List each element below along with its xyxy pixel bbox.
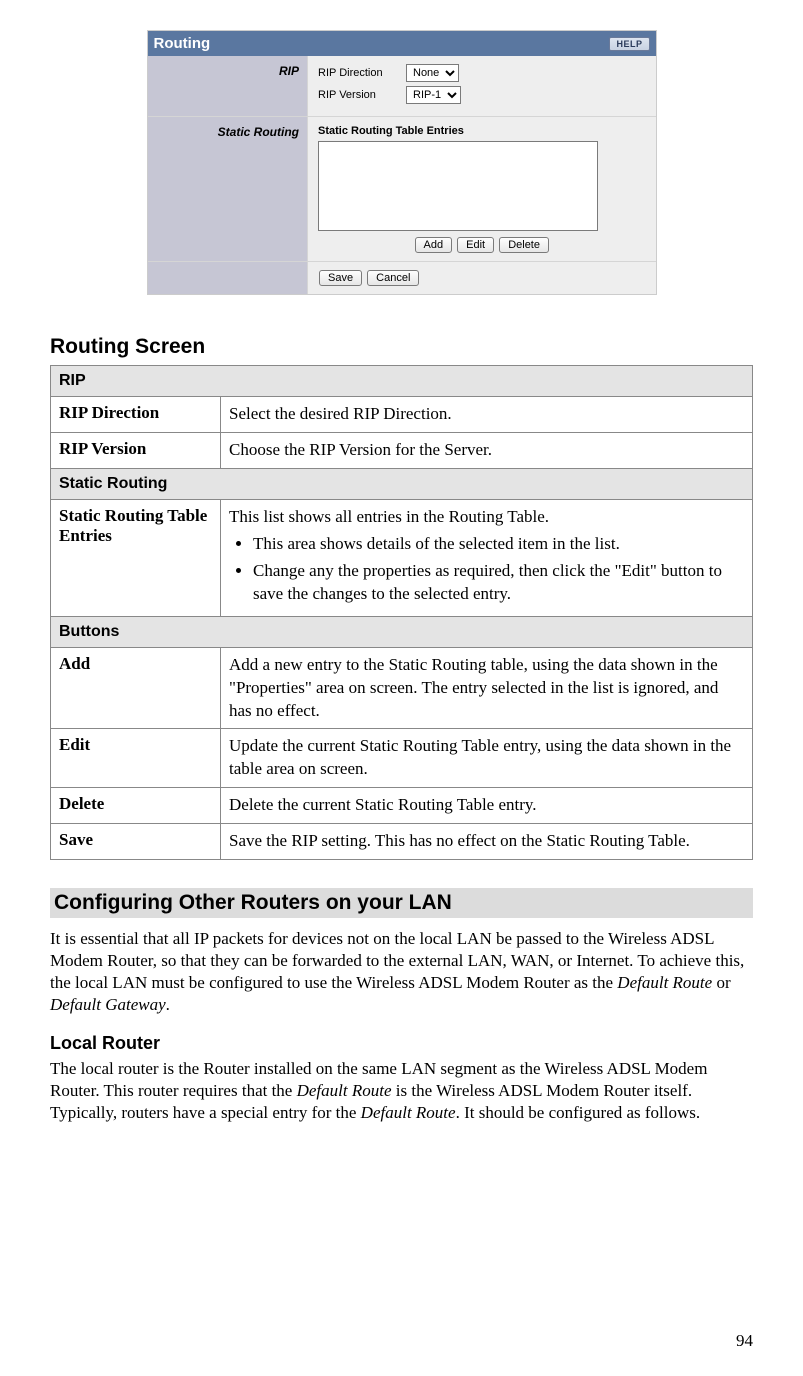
routing-screen-heading: Routing Screen: [50, 335, 753, 359]
local-text-1e: . It should be configured as follows.: [456, 1103, 701, 1122]
config-heading: Configuring Other Routers on your LAN: [50, 888, 753, 918]
row-desc-save: Save the RIP setting. This has no effect…: [221, 824, 753, 860]
config-text-1e: .: [166, 995, 170, 1014]
local-text-1b: Default Route: [297, 1081, 392, 1100]
page-number: 94: [736, 1331, 753, 1351]
row-desc-edit: Update the current Static Routing Table …: [221, 729, 753, 788]
add-button[interactable]: Add: [415, 237, 453, 253]
row-label-delete: Delete: [51, 788, 221, 824]
srte-bullet-2: Change any the properties as required, t…: [253, 560, 744, 606]
rip-direction-select[interactable]: None: [406, 64, 459, 82]
table-header-static-routing: Static Routing: [51, 468, 753, 499]
help-button[interactable]: HELP: [609, 37, 649, 51]
cancel-button[interactable]: Cancel: [367, 270, 419, 286]
local-text-1d: Default Route: [361, 1103, 456, 1122]
edit-button[interactable]: Edit: [457, 237, 494, 253]
srte-bullet-1: This area shows details of the selected …: [253, 533, 744, 556]
row-label-save: Save: [51, 824, 221, 860]
config-text-1c: or: [712, 973, 730, 992]
sr-table-caption: Static Routing Table Entries: [318, 125, 646, 137]
delete-button[interactable]: Delete: [499, 237, 549, 253]
static-routing-section-label: Static Routing: [148, 117, 308, 262]
routing-description-table: RIP RIP Direction Select the desired RIP…: [50, 365, 753, 860]
row-label-srte: Static Routing Table Entries: [51, 499, 221, 616]
rip-version-label: RIP Version: [318, 89, 398, 101]
row-desc-rip-direction: Select the desired RIP Direction.: [221, 397, 753, 433]
sr-table-listbox[interactable]: [318, 141, 598, 231]
row-label-edit: Edit: [51, 729, 221, 788]
row-desc-rip-version: Choose the RIP Version for the Server.: [221, 432, 753, 468]
local-router-heading: Local Router: [50, 1033, 753, 1054]
screenshot-titlebar: Routing HELP: [148, 31, 656, 56]
row-label-rip-version: RIP Version: [51, 432, 221, 468]
routing-screenshot: Routing HELP RIP RIP Direction None RIP …: [147, 30, 657, 295]
save-button[interactable]: Save: [319, 270, 362, 286]
row-label-rip-direction: RIP Direction: [51, 397, 221, 433]
rip-section-label: RIP: [148, 56, 308, 117]
row-desc-srte: This list shows all entries in the Routi…: [221, 499, 753, 616]
row-label-add: Add: [51, 647, 221, 729]
config-text-1d: Default Gateway: [50, 995, 166, 1014]
table-header-rip: RIP: [51, 366, 753, 397]
config-paragraph: It is essential that all IP packets for …: [50, 928, 753, 1016]
screenshot-title: Routing: [154, 35, 211, 52]
srte-intro: This list shows all entries in the Routi…: [229, 507, 549, 526]
local-router-paragraph: The local router is the Router installed…: [50, 1058, 753, 1124]
rip-version-select[interactable]: RIP-1: [406, 86, 461, 104]
rip-direction-label: RIP Direction: [318, 67, 398, 79]
row-desc-delete: Delete the current Static Routing Table …: [221, 788, 753, 824]
row-desc-add: Add a new entry to the Static Routing ta…: [221, 647, 753, 729]
table-header-buttons: Buttons: [51, 616, 753, 647]
config-text-1b: Default Route: [617, 973, 712, 992]
